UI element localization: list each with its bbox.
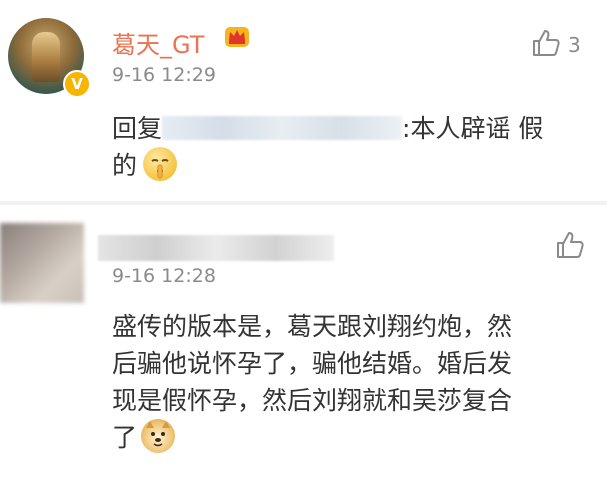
comment-item: 9-16 12:28 盛传的版本是，葛天跟刘翔约炮，然 后骗他说怀孕了，骗他结婚… — [0, 205, 607, 484]
comment-text-line: 了 — [112, 423, 138, 452]
like-count: 3 — [568, 33, 581, 57]
username[interactable]: 葛天_GT — [112, 25, 204, 60]
thumbs-up-icon[interactable] — [531, 28, 561, 58]
comment-text: 回复 :本人辟谣 假 的 — [112, 110, 592, 184]
reply-suffix: :本人辟谣 假 — [402, 114, 544, 143]
verified-v-icon: V — [63, 70, 91, 98]
reply-prefix: 回复 — [112, 114, 163, 143]
comment-text-line-last: 了 — [112, 419, 602, 456]
comment-item: V 葛天_GT 9-16 12:29 3 回复 :本人辟谣 假 的 — [0, 0, 607, 201]
comment-text-line: 现是假怀孕，然后刘翔就和吴莎复合 — [112, 386, 513, 415]
doge-emoji — [141, 419, 176, 453]
comment-text-line: 后骗他说怀孕了，骗他结婚。婚后发 — [112, 349, 513, 378]
comment-text-line2: 的 — [112, 151, 138, 180]
blurred-username[interactable] — [98, 235, 334, 261]
comment-timestamp: 9-16 12:29 — [112, 64, 216, 86]
comment-timestamp: 9-16 12:28 — [112, 265, 216, 287]
comment-text-line: 盛传的版本是，葛天跟刘翔约炮，然 — [112, 312, 513, 341]
avatar[interactable] — [0, 223, 84, 303]
blurred-mention — [162, 116, 403, 140]
shush-emoji — [143, 147, 178, 181]
comment-text: 盛传的版本是，葛天跟刘翔约炮，然 后骗他说怀孕了，骗他结婚。婚后发 现是假怀孕，… — [112, 308, 602, 456]
avatar-figure — [32, 32, 60, 82]
crown-vip-icon — [225, 27, 249, 47]
thumbs-up-icon[interactable] — [555, 230, 585, 260]
